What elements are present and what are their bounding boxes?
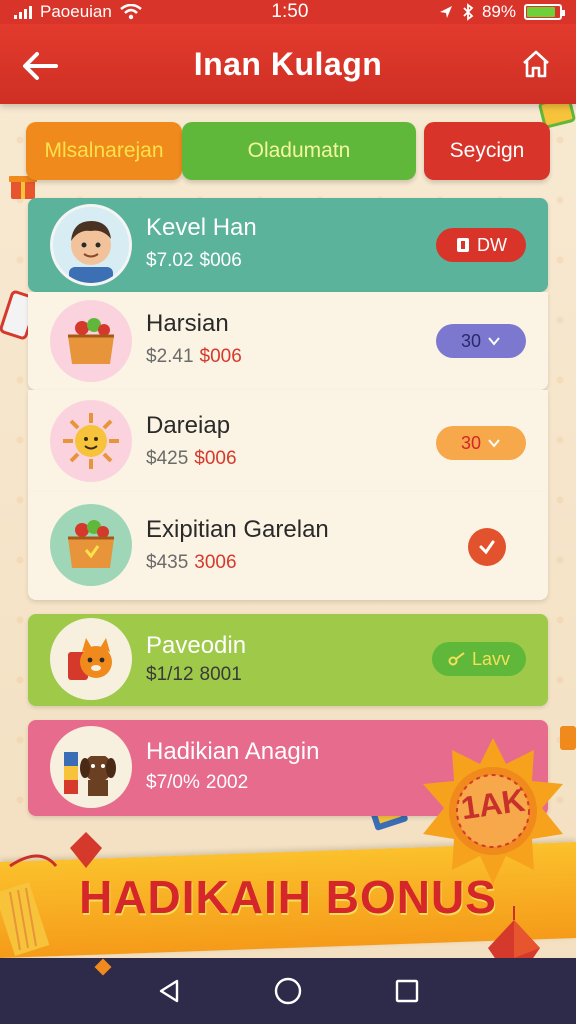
price-discount: 3006: [194, 552, 237, 573]
item-name: Hadikian Anagin: [146, 738, 320, 765]
price-discount: 2002: [205, 772, 249, 793]
item-price: $1/12 8001: [146, 664, 242, 686]
price-discount: $006: [199, 346, 242, 367]
signal-icon: [14, 5, 32, 19]
page-title: Inan Kulagn: [193, 45, 383, 82]
sun-mascot-icon: [50, 400, 132, 482]
action-label: DW: [477, 234, 507, 255]
tab-3[interactable]: Seycign: [424, 122, 550, 180]
claim-button[interactable]: DW: [436, 228, 526, 262]
price-discount: $006: [199, 250, 242, 271]
action-label: 30: [460, 432, 482, 453]
recents-square-icon: [395, 979, 418, 1003]
item-price: $425 $006: [146, 448, 237, 470]
boy-avatar-icon: [50, 204, 132, 286]
wifi-icon: [120, 4, 142, 20]
nav-home-button[interactable]: [268, 971, 308, 1011]
home-circle-icon: [274, 977, 302, 1005]
app-header: Inan Kulagn: [0, 24, 576, 104]
price-original: $7/0%: [146, 772, 200, 793]
dog-mascot-icon: [50, 726, 132, 808]
checkmark-icon: [479, 540, 495, 555]
price-original: $7.02: [146, 250, 194, 271]
action-label: 30: [460, 330, 482, 351]
price-discount: 8001: [199, 664, 242, 685]
back-triangle-icon: [160, 979, 179, 1003]
category-tabs: Mlsalnarejan Oladumatn Seycign: [26, 122, 550, 180]
vegetable-basket-icon: [50, 300, 132, 382]
nav-back-button[interactable]: [149, 971, 189, 1011]
checkmark-button[interactable]: [468, 528, 506, 566]
system-nav-bar: [0, 958, 576, 1024]
item-price: $2.41 $006: [146, 346, 242, 368]
nav-recents-button[interactable]: [387, 971, 427, 1011]
claim-button[interactable]: 30: [436, 426, 526, 460]
diamond-deco-icon: [94, 958, 112, 976]
claim-button[interactable]: 30: [436, 324, 526, 358]
battery-percent: 89%: [481, 2, 516, 21]
tab-2[interactable]: Oladumatn: [182, 122, 416, 180]
list-item[interactable]: Kevel Han $7.02 $006 DW: [28, 198, 548, 292]
ticket-icon: [457, 238, 469, 252]
clock: 1:50: [271, 1, 309, 22]
action-label: Lavv: [471, 648, 511, 669]
price-original: $435: [146, 552, 189, 573]
list-item[interactable]: Harsian $2.41 $006 30: [28, 292, 548, 390]
list-item[interactable]: Dareiap $425 $006 30: [28, 390, 548, 492]
item-price: $7/0% 2002: [146, 772, 248, 794]
status-bar: Paoeuian 1:50 89%: [0, 0, 576, 24]
item-name: Exipitian Garelan: [146, 516, 329, 543]
price-original: $1/12: [146, 664, 194, 685]
bluetooth-icon: [463, 3, 474, 21]
item-price: $435 3006: [146, 552, 237, 574]
item-name: Paveodin: [146, 632, 247, 659]
chevron-icon: [488, 337, 500, 346]
item-name: Dareiap: [146, 412, 231, 439]
key-icon: [448, 652, 465, 666]
price-discount: $006: [194, 448, 237, 469]
claim-button[interactable]: Lavv: [432, 642, 526, 676]
location-icon: [439, 6, 452, 18]
fox-mascot-icon: [50, 618, 132, 700]
kite-deco-icon: [70, 832, 102, 868]
back-button[interactable]: [20, 46, 60, 86]
list-item[interactable]: Paveodin $1/12 8001 Lavv: [28, 614, 548, 706]
chevron-icon: [488, 439, 500, 448]
gift-basket-icon: [50, 504, 132, 586]
item-name: Harsian: [146, 310, 229, 337]
back-arrow-icon: [23, 52, 58, 80]
battery-icon: [523, 4, 565, 20]
price-original: $2.41: [146, 346, 194, 367]
carrier-label: Paoeuian: [40, 2, 112, 21]
item-price: $7.02 $006: [146, 250, 242, 272]
home-icon: [523, 50, 549, 78]
item-name: Kevel Han: [146, 214, 257, 241]
tab-1[interactable]: Mlsalnarejan: [26, 122, 182, 180]
home-button[interactable]: [516, 44, 556, 84]
list-item[interactable]: Exipitian Garelan $435 3006: [28, 492, 548, 600]
price-original: $425: [146, 448, 189, 469]
tassel-deco-icon: [0, 854, 58, 956]
